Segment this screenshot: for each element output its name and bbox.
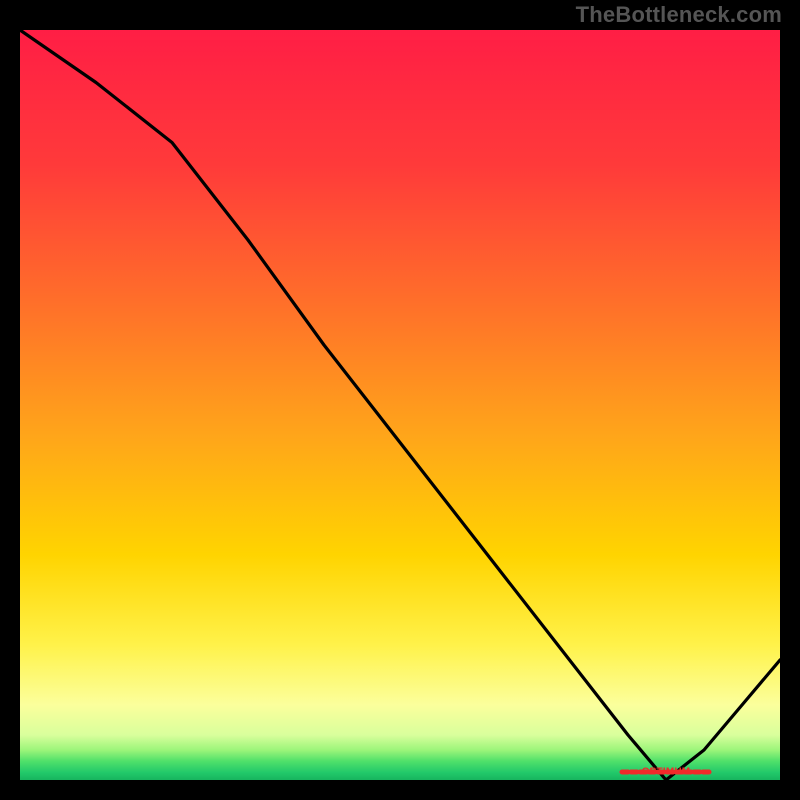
optimum-marker: OPTIMUM: [642, 767, 691, 778]
chart-stage: TheBottleneck.com OPTIMUM: [0, 0, 800, 800]
plot-area: OPTIMUM: [20, 30, 780, 780]
chart-svg: [20, 30, 780, 780]
watermark-text: TheBottleneck.com: [576, 2, 782, 28]
